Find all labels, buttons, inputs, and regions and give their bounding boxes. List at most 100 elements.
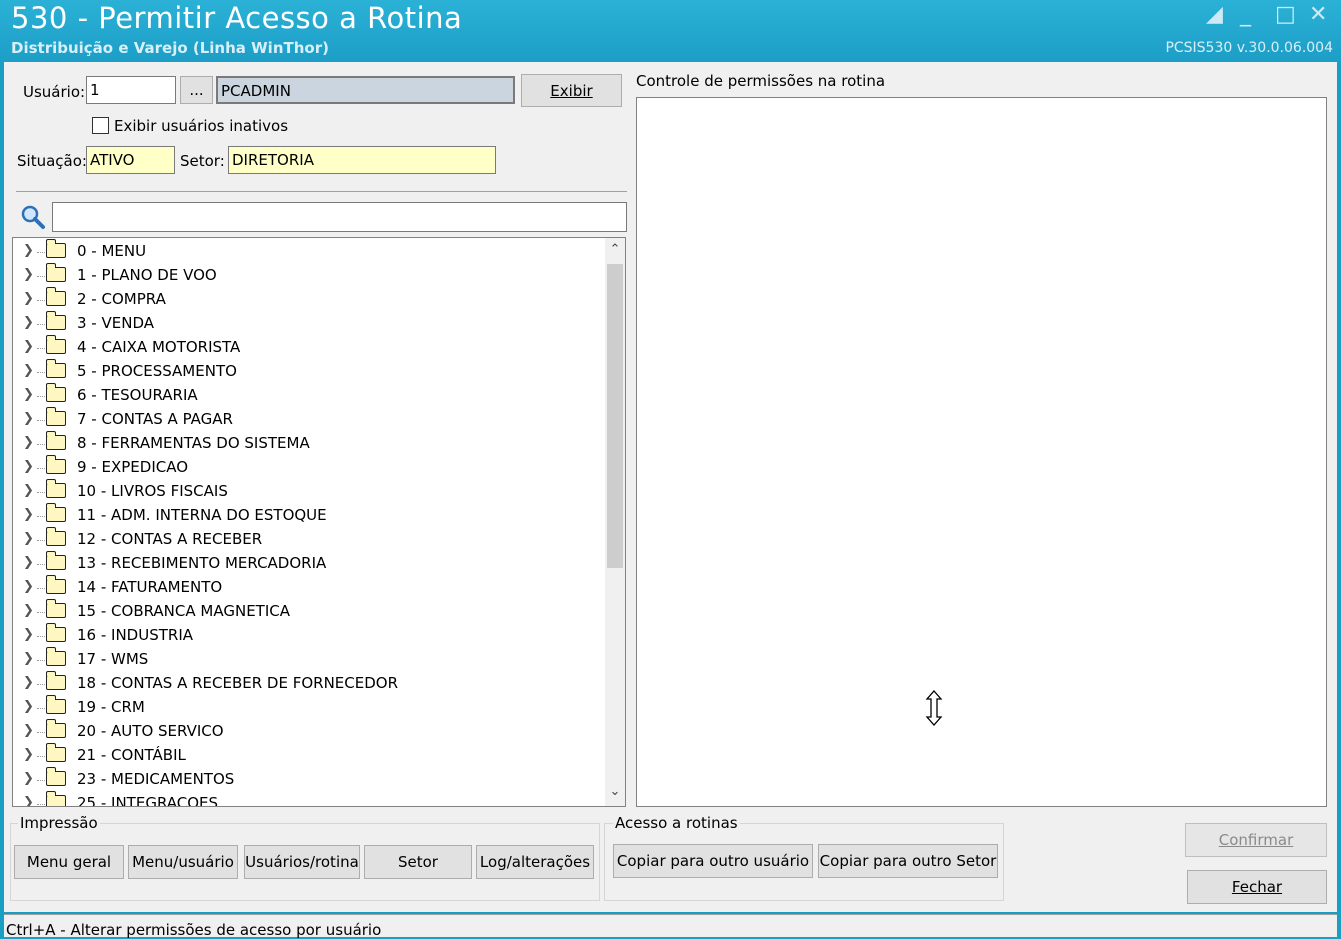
chevron-right-icon[interactable]: ❯ bbox=[23, 699, 34, 714]
folder-icon bbox=[46, 743, 66, 762]
show-button-label: Exibir bbox=[550, 81, 593, 100]
chevron-right-icon[interactable]: ❯ bbox=[23, 363, 34, 378]
main-form: Usuário: 1 ... PCADMIN Exibir Exibir usu… bbox=[4, 62, 1337, 912]
maximize-icon[interactable]: □ bbox=[1275, 2, 1296, 27]
tree-item-label: 11 - ADM. INTERNA DO ESTOQUE bbox=[77, 506, 327, 524]
tree-item[interactable]: ❯ 20 - AUTO SERVICO bbox=[13, 719, 603, 744]
scroll-up-icon[interactable]: ⌃ bbox=[605, 242, 625, 262]
tree-item[interactable]: ❯ 11 - ADM. INTERNA DO ESTOQUE bbox=[13, 503, 603, 528]
tree-item[interactable]: ❯ 0 - MENU bbox=[13, 239, 603, 264]
tree-item[interactable]: ❯ 4 - CAIXA MOTORISTA bbox=[13, 335, 603, 360]
chevron-right-icon[interactable]: ❯ bbox=[23, 339, 34, 354]
scroll-thumb[interactable] bbox=[607, 264, 623, 568]
folder-icon bbox=[46, 647, 66, 666]
inactive-users-checkbox[interactable] bbox=[92, 117, 109, 134]
tree-item[interactable]: ❯ 1 - PLANO DE VOO bbox=[13, 263, 603, 288]
tree-item[interactable]: ❯ 23 - MEDICAMENTOS bbox=[13, 767, 603, 792]
chevron-right-icon[interactable]: ❯ bbox=[23, 243, 34, 258]
minimize-icon[interactable]: _ bbox=[1240, 2, 1251, 27]
situation-field: ATIVO bbox=[86, 146, 175, 174]
tree-item[interactable]: ❯ 15 - COBRANCA MAGNETICA bbox=[13, 599, 603, 624]
printing-group-title: Impressão bbox=[18, 814, 100, 832]
chevron-right-icon[interactable]: ❯ bbox=[23, 579, 34, 594]
tree-item-label: 13 - RECEBIMENTO MERCADORIA bbox=[77, 554, 327, 572]
tree-item[interactable]: ❯ 18 - CONTAS A RECEBER DE FORNECEDOR bbox=[13, 671, 603, 696]
tree-item[interactable]: ❯ 2 - COMPRA bbox=[13, 287, 603, 312]
chevron-right-icon[interactable]: ❯ bbox=[23, 603, 34, 618]
chevron-right-icon[interactable]: ❯ bbox=[23, 507, 34, 522]
chevron-right-icon[interactable]: ❯ bbox=[23, 795, 34, 806]
tree-item[interactable]: ❯ 8 - FERRAMENTAS DO SISTEMA bbox=[13, 431, 603, 456]
chevron-right-icon[interactable]: ❯ bbox=[23, 411, 34, 426]
folder-icon bbox=[46, 407, 66, 426]
inactive-users-label: Exibir usuários inativos bbox=[114, 117, 289, 135]
confirm-button[interactable]: Confirmar bbox=[1185, 823, 1327, 857]
tree-item-label: 1 - PLANO DE VOO bbox=[77, 266, 217, 284]
chevron-right-icon[interactable]: ❯ bbox=[23, 747, 34, 762]
folder-icon bbox=[46, 311, 66, 330]
restore-icon[interactable]: ◢ bbox=[1206, 2, 1223, 27]
tree-item-label: 5 - PROCESSAMENTO bbox=[77, 362, 237, 380]
chevron-right-icon[interactable]: ❯ bbox=[23, 555, 34, 570]
chevron-right-icon[interactable]: ❯ bbox=[23, 771, 34, 786]
tree-item-label: 20 - AUTO SERVICO bbox=[77, 722, 224, 740]
print-button[interactable]: Setor bbox=[364, 845, 472, 879]
tree-item[interactable]: ❯ 10 - LIVROS FISCAIS bbox=[13, 479, 603, 504]
tree-item-label: 14 - FATURAMENTO bbox=[77, 578, 223, 596]
show-button[interactable]: Exibir bbox=[521, 74, 622, 107]
tree-item[interactable]: ❯ 13 - RECEBIMENTO MERCADORIA bbox=[13, 551, 603, 576]
tree-item[interactable]: ❯ 3 - VENDA bbox=[13, 311, 603, 336]
folder-icon bbox=[46, 599, 66, 618]
chevron-right-icon[interactable]: ❯ bbox=[23, 291, 34, 306]
tree-item[interactable]: ❯ 14 - FATURAMENTO bbox=[13, 575, 603, 600]
search-icon[interactable] bbox=[20, 204, 46, 230]
chevron-right-icon[interactable]: ❯ bbox=[23, 531, 34, 546]
chevron-right-icon[interactable]: ❯ bbox=[23, 435, 34, 450]
chevron-right-icon[interactable]: ❯ bbox=[23, 315, 34, 330]
sector-label: Setor: bbox=[180, 152, 225, 170]
print-button[interactable]: Menu geral bbox=[14, 845, 124, 879]
chevron-right-icon[interactable]: ❯ bbox=[23, 723, 34, 738]
close-icon[interactable]: ✕ bbox=[1309, 2, 1327, 27]
tree-item[interactable]: ❯ 21 - CONTÁBIL bbox=[13, 743, 603, 768]
tree-item[interactable]: ❯ 12 - CONTAS A RECEBER bbox=[13, 527, 603, 552]
chevron-right-icon[interactable]: ❯ bbox=[23, 267, 34, 282]
tree-item-label: 7 - CONTAS A PAGAR bbox=[77, 410, 233, 428]
chevron-right-icon[interactable]: ❯ bbox=[23, 627, 34, 642]
close-button[interactable]: Fechar bbox=[1187, 870, 1327, 904]
print-button[interactable]: Menu/usuário bbox=[128, 845, 238, 879]
tree-scrollbar[interactable]: ⌃ ⌄ bbox=[605, 238, 625, 806]
tree-item[interactable]: ❯ 25 - INTEGRACOES bbox=[13, 791, 603, 806]
close-button-label: Fechar bbox=[1231, 878, 1283, 896]
tree-item[interactable]: ❯ 19 - CRM bbox=[13, 695, 603, 720]
permissions-panel[interactable] bbox=[636, 97, 1327, 807]
chevron-right-icon[interactable]: ❯ bbox=[23, 675, 34, 690]
tree-item[interactable]: ❯ 17 - WMS bbox=[13, 647, 603, 672]
tree-item[interactable]: ❯ 5 - PROCESSAMENTO bbox=[13, 359, 603, 384]
scroll-down-icon[interactable]: ⌄ bbox=[605, 784, 625, 804]
tree-item[interactable]: ❯ 16 - INDUSTRIA bbox=[13, 623, 603, 648]
search-input[interactable] bbox=[52, 202, 627, 232]
routine-tree[interactable]: ❯ 0 - MENU ❯ 1 - PLANO DE VOO ❯ 2 - COMPRA ❯ 3 … bbox=[12, 237, 626, 807]
chevron-right-icon[interactable]: ❯ bbox=[23, 387, 34, 402]
print-button[interactable]: Usuários/rotina bbox=[244, 845, 360, 879]
folder-icon bbox=[46, 455, 66, 474]
chevron-right-icon[interactable]: ❯ bbox=[23, 459, 34, 474]
copy-access-button[interactable]: Copiar para outro Setor bbox=[818, 844, 998, 878]
tree-item-label: 0 - MENU bbox=[77, 242, 147, 260]
tree-item[interactable]: ❯ 6 - TESOURARIA bbox=[13, 383, 603, 408]
user-code-input[interactable]: 1 bbox=[86, 76, 176, 104]
chevron-right-icon[interactable]: ❯ bbox=[23, 651, 34, 666]
user-lookup-button[interactable]: ... bbox=[180, 76, 213, 104]
user-label: Usuário: bbox=[23, 83, 86, 101]
tree-item[interactable]: ❯ 9 - EXPEDICAO bbox=[13, 455, 603, 480]
sector-field: DIRETORIA bbox=[228, 146, 496, 174]
print-button[interactable]: Log/alterações bbox=[476, 845, 594, 879]
tree-item[interactable]: ❯ 7 - CONTAS A PAGAR bbox=[13, 407, 603, 432]
folder-icon bbox=[46, 239, 66, 258]
folder-icon bbox=[46, 719, 66, 738]
chevron-right-icon[interactable]: ❯ bbox=[23, 483, 34, 498]
folder-icon bbox=[46, 503, 66, 522]
folder-icon bbox=[46, 671, 66, 690]
copy-access-button[interactable]: Copiar para outro usuário bbox=[613, 844, 813, 878]
